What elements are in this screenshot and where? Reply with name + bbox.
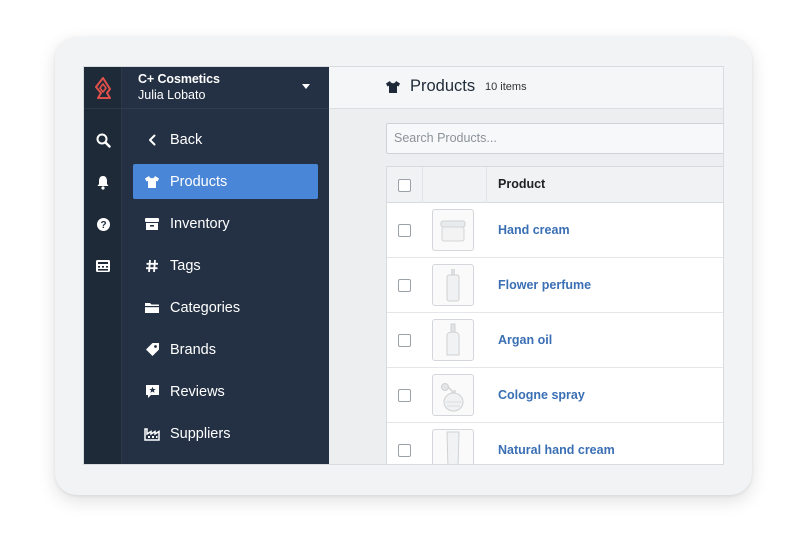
main-content: Products 10 items Search Products... Pro… <box>329 67 723 464</box>
logo-icon[interactable] <box>84 67 122 109</box>
row-checkbox[interactable] <box>398 224 411 237</box>
chevron-left-icon <box>144 132 160 148</box>
shirt-icon <box>385 80 401 99</box>
sidebar-item-label: Products <box>170 173 228 190</box>
sidebar-item-inventory[interactable]: Inventory <box>133 206 318 241</box>
table-row[interactable]: Hand cream <box>387 203 723 258</box>
sidebar-item-brands[interactable]: Brands <box>133 332 318 367</box>
row-checkbox[interactable] <box>398 334 411 347</box>
sidebar-item-label: Tags <box>170 257 201 274</box>
factory-icon <box>144 426 160 442</box>
product-name-link[interactable]: Argan oil <box>498 333 552 347</box>
product-thumbnail-dropper[interactable] <box>432 319 474 361</box>
search-input[interactable]: Search Products... <box>386 123 723 154</box>
item-count: 10 items <box>485 81 527 93</box>
tag-icon <box>144 342 160 358</box>
app-window: ? C+ Cosmetics Julia Lobato Back Product… <box>83 66 724 465</box>
product-name-link[interactable]: Flower perfume <box>498 278 591 292</box>
sidebar-item-label: Reviews <box>170 383 225 400</box>
sidebar-item-label: Categories <box>170 299 241 316</box>
column-header-product[interactable]: Product <box>498 177 545 191</box>
column-divider <box>422 167 423 203</box>
help-icon[interactable]: ? <box>93 214 113 234</box>
user-name: Julia Lobato <box>138 88 206 102</box>
sidebar-item-categories[interactable]: Categories <box>133 290 318 325</box>
sidebar-item-label: Suppliers <box>170 425 231 442</box>
sidebar: C+ Cosmetics Julia Lobato Back Products … <box>122 67 329 464</box>
sidebar-item-label: Inventory <box>170 215 230 232</box>
chevron-down-icon[interactable] <box>302 84 310 89</box>
table-row[interactable]: Flower perfume <box>387 258 723 313</box>
page-title: Products <box>410 77 476 95</box>
table-row[interactable]: Cologne spray <box>387 368 723 423</box>
sidebar-item-label: Brands <box>170 341 216 358</box>
star-icon <box>144 384 160 400</box>
sidebar-item-reviews[interactable]: Reviews <box>133 374 318 409</box>
bell-icon[interactable] <box>93 172 113 192</box>
hash-icon <box>144 258 160 274</box>
products-table: Product Hand cream Flower perfume Argan … <box>386 166 723 464</box>
row-checkbox[interactable] <box>398 389 411 402</box>
table-row[interactable]: Natural hand cream <box>387 423 723 464</box>
product-name-link[interactable]: Hand cream <box>498 223 570 237</box>
inventory-icon <box>144 216 160 232</box>
svg-text:?: ? <box>100 220 106 231</box>
row-checkbox[interactable] <box>398 279 411 292</box>
row-checkbox[interactable] <box>398 444 411 457</box>
product-name-link[interactable]: Cologne spray <box>498 388 585 402</box>
table-header: Product <box>387 167 723 203</box>
back-button[interactable]: Back <box>133 122 318 157</box>
product-thumbnail-tube[interactable] <box>432 429 474 464</box>
shirt-icon <box>144 174 160 190</box>
product-thumbnail-jar[interactable] <box>432 209 474 251</box>
product-thumbnail-bottle[interactable] <box>432 264 474 306</box>
store-name: C+ Cosmetics <box>138 72 220 86</box>
product-thumbnail-atomizer[interactable] <box>432 374 474 416</box>
table-row[interactable]: Argan oil <box>387 313 723 368</box>
page-header: Products 10 items <box>329 67 723 109</box>
folder-icon <box>144 300 160 316</box>
sidebar-item-products[interactable]: Products <box>133 164 318 199</box>
product-name-link[interactable]: Natural hand cream <box>498 443 615 457</box>
back-label: Back <box>170 131 203 148</box>
sidebar-item-suppliers[interactable]: Suppliers <box>133 416 318 451</box>
icon-rail: ? <box>84 67 122 464</box>
store-switcher[interactable]: C+ Cosmetics Julia Lobato <box>122 67 329 109</box>
column-divider <box>486 167 487 203</box>
select-all-checkbox[interactable] <box>398 179 411 192</box>
register-icon[interactable] <box>93 256 113 276</box>
search-icon[interactable] <box>93 130 113 150</box>
sidebar-item-tags[interactable]: Tags <box>133 248 318 283</box>
